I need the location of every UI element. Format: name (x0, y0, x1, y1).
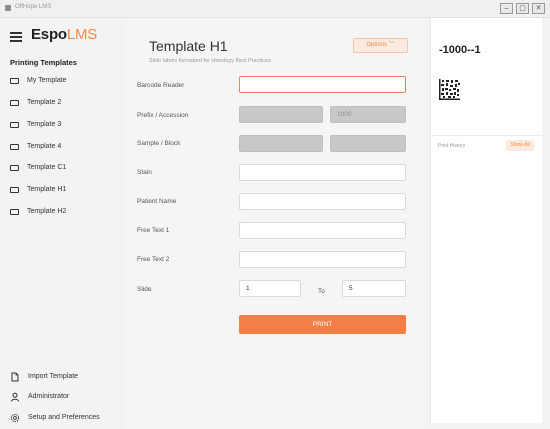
slide-to-label: To (318, 288, 325, 295)
import-template-button[interactable]: Import Template (10, 370, 122, 384)
administrator-label: Administrator (28, 393, 70, 400)
print-history-row: Print History Show All (431, 135, 543, 153)
import-template-label: Import Template (28, 373, 79, 380)
sample-input (239, 135, 323, 152)
free-text-1-input[interactable] (239, 222, 406, 239)
accession-input: 1000 (330, 106, 406, 123)
show-all-button[interactable]: Show All (506, 140, 534, 151)
section-title: Printing Templates (10, 58, 77, 67)
page-subtitle: Slide labels formatted for Histology Bes… (149, 58, 271, 64)
maximize-button[interactable]: ▢ (516, 3, 529, 14)
main-panel: Template H1 Slide labels formatted for H… (125, 18, 423, 429)
free-text-2-label: Free Text 2 (137, 256, 170, 263)
hamburger-menu-icon[interactable] (10, 32, 22, 44)
prefix-accession-label: Prefix / Accession (137, 112, 189, 119)
monitor-icon (10, 144, 19, 150)
user-icon (11, 392, 19, 402)
datamatrix-barcode-icon (439, 79, 460, 100)
label-code-text: -1000--1 (439, 44, 481, 56)
sidebar-item-label: Template 4 (27, 143, 62, 150)
app-logo: EspoLMS (31, 26, 98, 43)
sidebar-item-template-3[interactable]: Template 3 (10, 118, 120, 132)
window-title-bar: OffHope LMS – ▢ ✕ (0, 0, 550, 18)
monitor-icon (10, 187, 19, 193)
sidebar-item-label: Template 3 (27, 121, 62, 128)
prefix-input (239, 106, 323, 123)
sidebar-item-label: My Template (27, 77, 67, 84)
free-text-1-label: Free Text 1 (137, 227, 170, 234)
slide-from-input[interactable]: 1 (239, 280, 301, 297)
sidebar-item-my-template[interactable]: My Template (10, 74, 120, 88)
slide-label: Slide (137, 286, 152, 293)
setup-preferences-button[interactable]: Setup and Preferences (10, 411, 122, 425)
monitor-icon (10, 100, 19, 106)
monitor-icon (10, 209, 19, 215)
gear-icon (10, 413, 20, 423)
monitor-icon (10, 122, 19, 128)
page-title: Template H1 (149, 38, 228, 54)
monitor-icon (10, 165, 19, 171)
sidebar-item-template-4[interactable]: Template 4 (10, 140, 120, 154)
print-history-label: Print History (438, 143, 466, 149)
barcode-input[interactable] (239, 76, 406, 93)
print-button[interactable]: PRINT (239, 315, 406, 334)
label-preview-panel: -1000--1 Print History Show All (430, 18, 543, 423)
stain-input[interactable] (239, 164, 406, 181)
slide-to-input[interactable]: 5 (342, 280, 406, 297)
options-dropdown-button[interactable]: Options ﹀ (353, 38, 408, 53)
import-file-icon (11, 372, 19, 382)
free-text-2-input[interactable] (239, 251, 406, 268)
monitor-icon (10, 78, 19, 84)
sidebar-item-label: Template C1 (27, 164, 67, 171)
close-button[interactable]: ✕ (532, 3, 545, 14)
sidebar: EspoLMS Printing Templates My Template T… (0, 18, 125, 429)
sidebar-item-template-c1[interactable]: Template C1 (10, 161, 120, 175)
sidebar-item-label: Template 2 (27, 99, 62, 106)
setup-preferences-label: Setup and Preferences (28, 414, 100, 421)
window-title: OffHope LMS (15, 4, 52, 10)
sample-block-label: Sample / Block (137, 140, 181, 147)
minimize-button[interactable]: – (500, 3, 513, 14)
sidebar-item-label: Template H1 (27, 186, 67, 193)
sidebar-item-template-h1[interactable]: Template H1 (10, 183, 120, 197)
administrator-button[interactable]: Administrator (10, 390, 122, 404)
sidebar-item-template-2[interactable]: Template 2 (10, 96, 120, 110)
sidebar-item-template-h2[interactable]: Template H2 (10, 205, 120, 219)
patient-name-label: Patient Name (137, 198, 177, 205)
patient-name-input[interactable] (239, 193, 406, 210)
sidebar-item-label: Template H2 (27, 208, 67, 215)
barcode-label: Barcode Reader (137, 82, 185, 89)
block-input (330, 135, 406, 152)
app-icon (5, 5, 11, 11)
stain-label: Stain (137, 169, 152, 176)
